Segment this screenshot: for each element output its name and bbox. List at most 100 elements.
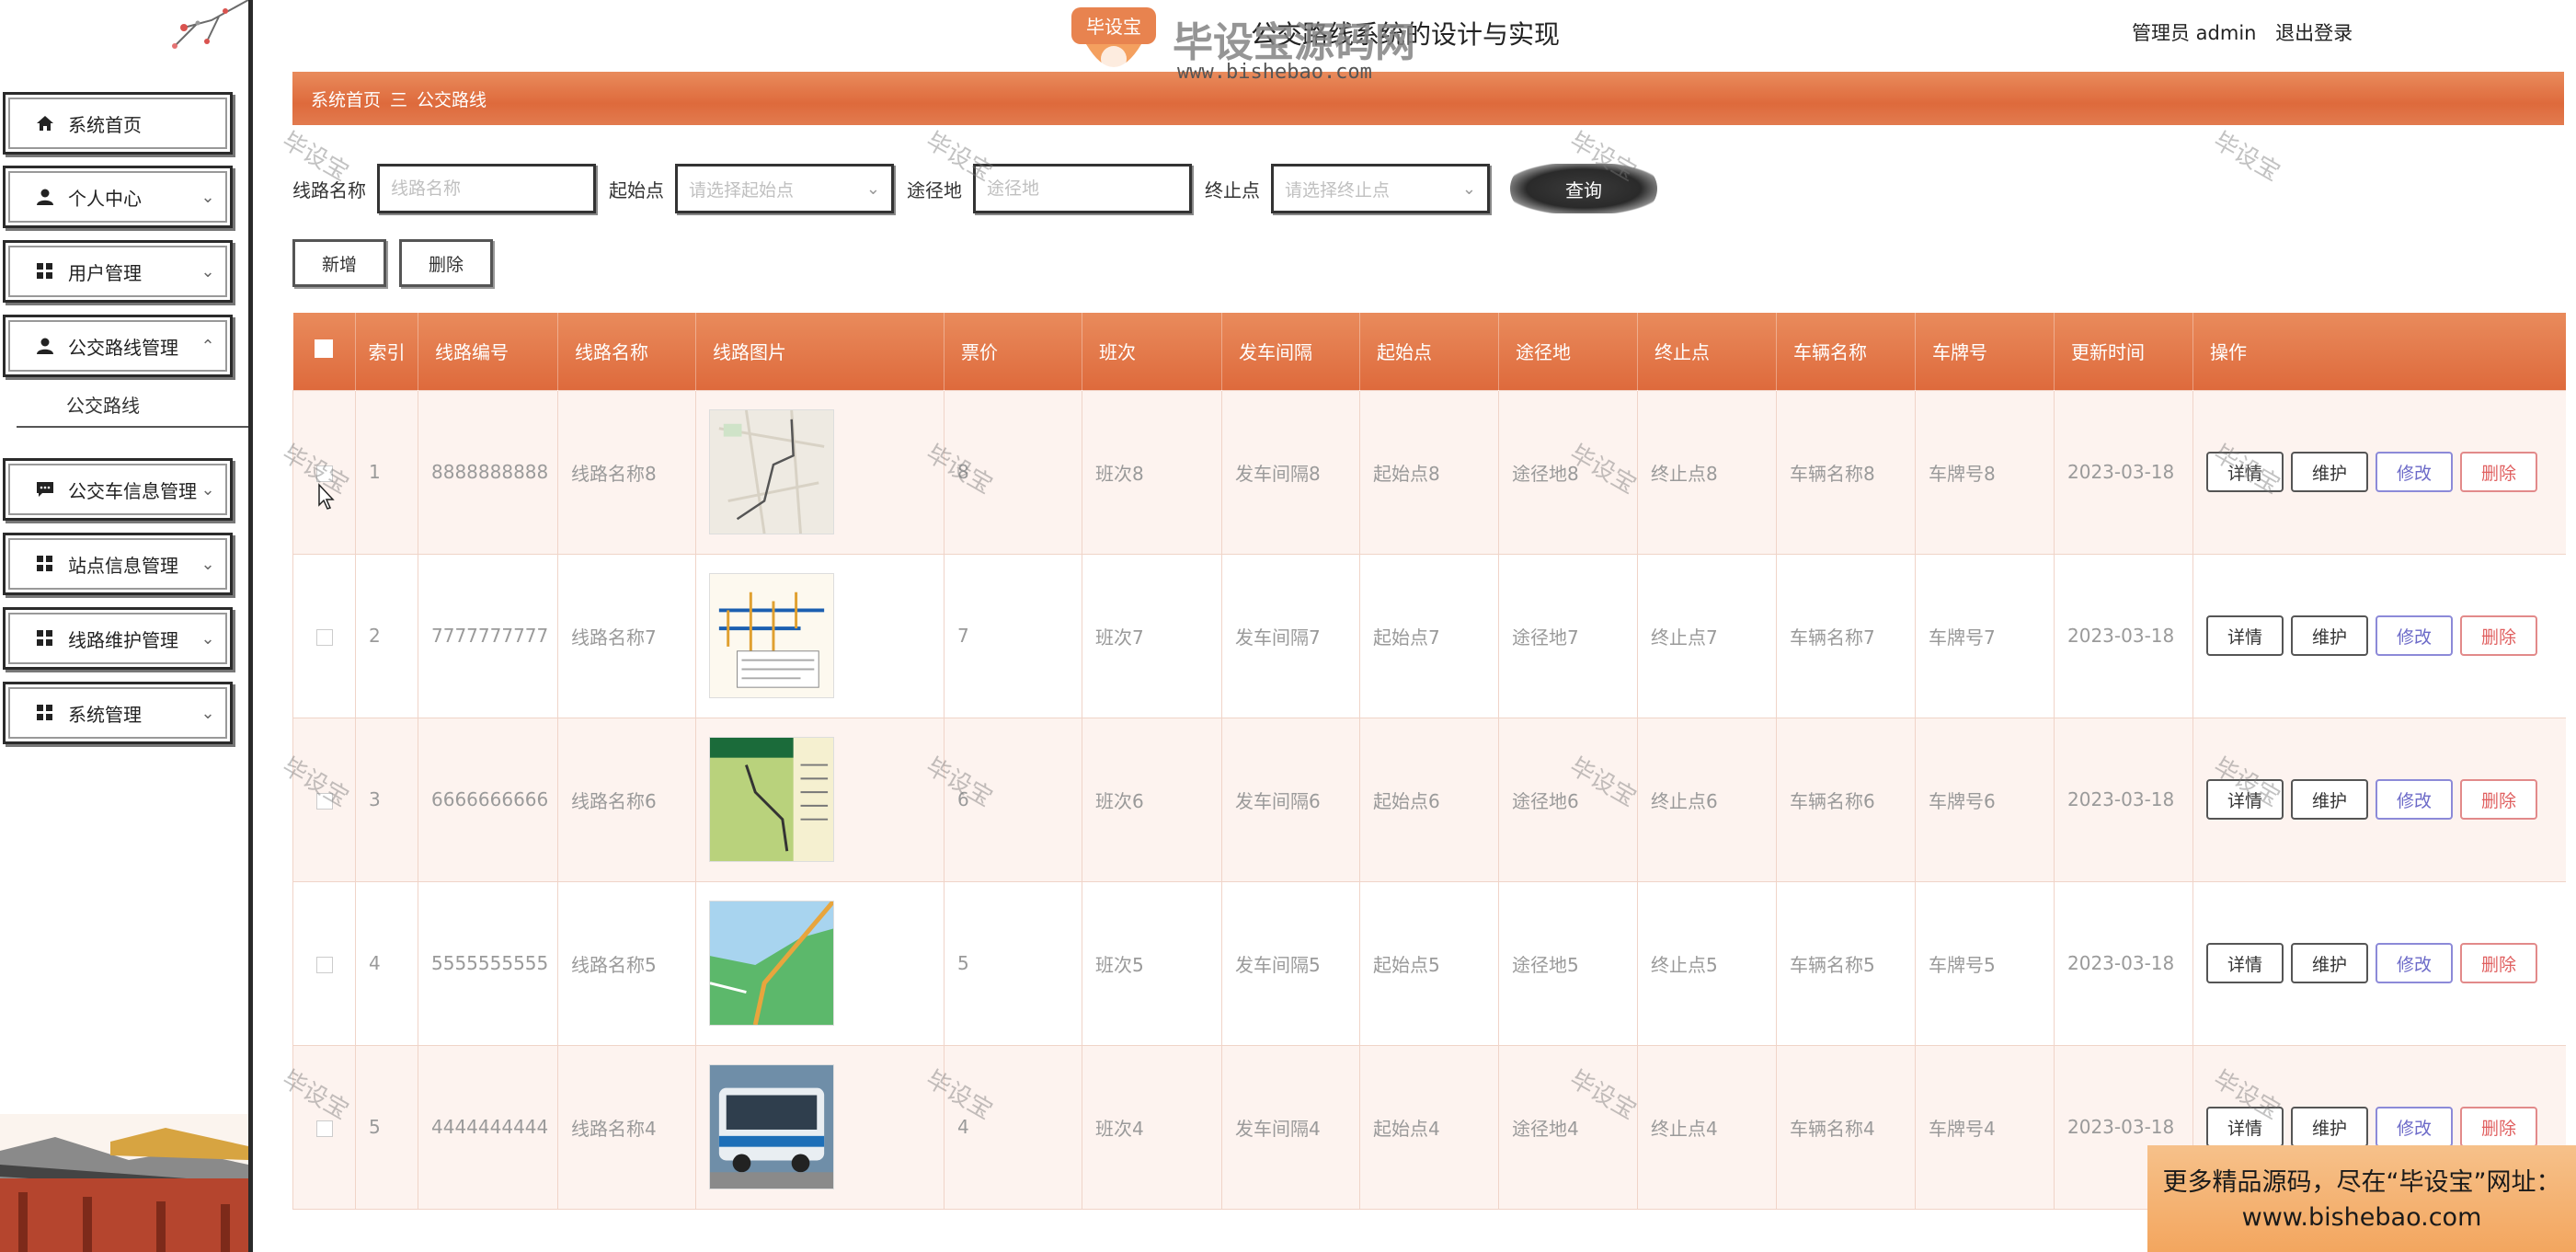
maintain-button[interactable]: 维护 bbox=[2291, 452, 2368, 492]
palace-decoration bbox=[0, 1114, 248, 1252]
via-label: 途径地 bbox=[907, 178, 962, 201]
bulk-delete-button[interactable]: 删除 bbox=[399, 239, 493, 287]
sidebar-item-system[interactable]: 系统管理 ⌄ bbox=[3, 682, 233, 744]
cell-shift: 班次8 bbox=[1082, 389, 1222, 555]
sidebar-item-bus-routes[interactable]: 公交路线管理 ⌃ bbox=[3, 315, 233, 377]
col-header: 发车间隔 bbox=[1221, 313, 1360, 390]
table-row[interactable]: 1 8888888888 线路名称8 8 班次8 发车间隔8 起始点8 途径地8 终止点8 车辆名… bbox=[292, 389, 2566, 555]
edit-button[interactable]: 修改 bbox=[2376, 779, 2453, 820]
delete-button[interactable]: 删除 bbox=[2460, 943, 2537, 983]
query-button[interactable]: 查询 bbox=[1510, 164, 1657, 213]
add-button[interactable]: 新增 bbox=[292, 239, 386, 287]
sidebar-item-label: 用户管理 bbox=[68, 261, 142, 284]
cell-route-code: 8888888888 bbox=[418, 389, 558, 555]
delete-button[interactable]: 删除 bbox=[2460, 615, 2537, 656]
col-header: 线路图片 bbox=[695, 313, 945, 390]
cell-route-image bbox=[695, 389, 945, 555]
cell-price: 5 bbox=[944, 880, 1082, 1046]
maintain-button[interactable]: 维护 bbox=[2291, 779, 2368, 820]
delete-button[interactable]: 删除 bbox=[2460, 1107, 2537, 1147]
cell-price: 8 bbox=[944, 389, 1082, 555]
sidebar-item-users[interactable]: 用户管理 ⌄ bbox=[3, 240, 233, 303]
detail-button[interactable]: 详情 bbox=[2206, 779, 2284, 820]
start-select[interactable]: 请选择起始点 ⌄ bbox=[675, 164, 894, 213]
row-checkbox[interactable] bbox=[292, 553, 356, 718]
cell-vehicle: 车辆名称4 bbox=[1776, 1044, 1916, 1210]
cell-index: 4 bbox=[355, 880, 418, 1046]
edit-button[interactable]: 修改 bbox=[2376, 615, 2453, 656]
sidebar-item-bus-info[interactable]: 公交车信息管理 ⌄ bbox=[3, 458, 233, 521]
table-row[interactable]: 2 7777777777 线路名称7 7 班次7 发车间隔7 起始点7 途径地7 终止点7 车辆名… bbox=[292, 553, 2566, 718]
table-row[interactable]: 3 6666666666 线路名称6 6 班次6 发车间隔6 起始点6 途径地6 终止点6 车辆名… bbox=[292, 717, 2566, 882]
data-table: 索引 线路编号 线路名称 线路图片 票价 班次 发车间隔 起始点 途径地 终止点… bbox=[292, 313, 2566, 1252]
promo-banner[interactable]: 更多精品源码，尽在“毕设宝”网址： www.bishebao.com bbox=[2147, 1145, 2576, 1252]
cell-operations: 详情 维护 修改 删除 bbox=[2192, 553, 2566, 718]
sidebar-item-stations[interactable]: 站点信息管理 ⌄ bbox=[3, 533, 233, 595]
sidebar-item-label: 系统管理 bbox=[68, 703, 142, 726]
row-checkbox[interactable] bbox=[292, 717, 356, 882]
start-select-placeholder: 请选择起始点 bbox=[689, 179, 795, 201]
cell-index: 5 bbox=[355, 1044, 418, 1210]
cell-updated: 2023-03-18 bbox=[2054, 717, 2193, 882]
maintain-button[interactable]: 维护 bbox=[2291, 615, 2368, 656]
maintain-button[interactable]: 维护 bbox=[2291, 1107, 2368, 1147]
table-row[interactable]: 4 5555555555 线路名称5 5 班次5 发车间隔5 起始点5 途径地5 终止点5 车辆名… bbox=[292, 880, 2566, 1046]
logout-link[interactable]: 退出登录 bbox=[2275, 22, 2353, 44]
breadcrumb-home[interactable]: 系统首页 bbox=[311, 86, 381, 111]
col-header: 班次 bbox=[1082, 313, 1222, 390]
app-title: 公交路线系统的设计与实现 bbox=[1251, 19, 1561, 50]
chat-icon bbox=[35, 479, 55, 500]
sidebar-item-label: 站点信息管理 bbox=[68, 554, 178, 577]
cell-plate: 车牌号4 bbox=[1915, 1044, 2055, 1210]
cell-plate: 车牌号5 bbox=[1915, 880, 2055, 1046]
cell-interval: 发车间隔7 bbox=[1221, 553, 1360, 718]
detail-button[interactable]: 详情 bbox=[2206, 943, 2284, 983]
cell-route-image bbox=[695, 1044, 945, 1210]
via-input[interactable] bbox=[973, 164, 1192, 213]
breadcrumb: 系统首页 三 公交路线 bbox=[292, 72, 2564, 125]
sidebar-item-route-maintenance[interactable]: 线路维护管理 ⌄ bbox=[3, 607, 233, 670]
col-header: 车牌号 bbox=[1915, 313, 2055, 390]
maintain-button[interactable]: 维护 bbox=[2291, 943, 2368, 983]
detail-button[interactable]: 详情 bbox=[2206, 452, 2284, 492]
watermark-text: 毕设宝 bbox=[2208, 127, 2285, 188]
chevron-down-icon: ⌄ bbox=[200, 479, 215, 500]
route-name-input[interactable] bbox=[377, 164, 596, 213]
chevron-down-icon: ⌄ bbox=[200, 628, 215, 649]
sidebar-item-profile[interactable]: 个人中心 ⌄ bbox=[3, 166, 233, 228]
sidebar-item-label: 系统首页 bbox=[68, 113, 142, 136]
chevron-down-icon: ⌄ bbox=[200, 261, 215, 281]
row-checkbox[interactable] bbox=[292, 880, 356, 1046]
sidebar-item-home[interactable]: 系统首页 bbox=[3, 92, 233, 155]
cell-via: 途径地6 bbox=[1498, 717, 1638, 882]
cell-route-name: 线路名称7 bbox=[557, 553, 696, 718]
sidebar-subitem-bus-route[interactable]: 公交路线 bbox=[66, 391, 140, 418]
person-icon bbox=[35, 336, 55, 356]
cell-interval: 发车间隔6 bbox=[1221, 717, 1360, 882]
cell-via: 途径地7 bbox=[1498, 553, 1638, 718]
delete-button[interactable]: 删除 bbox=[2460, 452, 2537, 492]
edit-button[interactable]: 修改 bbox=[2376, 452, 2453, 492]
search-bar: 线路名称 起始点 请选择起始点 ⌄ 途径地 终止点 请选择终止点 ⌄ 查询 bbox=[292, 164, 1657, 213]
end-select-placeholder: 请选择终止点 bbox=[1285, 179, 1391, 201]
row-checkbox[interactable] bbox=[292, 389, 356, 555]
col-header: 更新时间 bbox=[2054, 313, 2193, 390]
grid-icon bbox=[35, 261, 55, 281]
cell-route-image bbox=[695, 553, 945, 718]
delete-button[interactable]: 删除 bbox=[2460, 779, 2537, 820]
chevron-down-icon: ⌄ bbox=[200, 703, 215, 723]
detail-button[interactable]: 详情 bbox=[2206, 1107, 2284, 1147]
cell-route-code: 5555555555 bbox=[418, 880, 558, 1046]
row-checkbox[interactable] bbox=[292, 1044, 356, 1210]
plum-blossom-decoration bbox=[172, 0, 248, 49]
route-image bbox=[709, 1064, 834, 1189]
cell-operations: 详情 维护 修改 删除 bbox=[2192, 717, 2566, 882]
end-select[interactable]: 请选择终止点 ⌄ bbox=[1271, 164, 1490, 213]
chevron-down-icon: ⌄ bbox=[200, 187, 215, 207]
detail-button[interactable]: 详情 bbox=[2206, 615, 2284, 656]
chevron-down-icon: ⌄ bbox=[865, 178, 880, 199]
edit-button[interactable]: 修改 bbox=[2376, 943, 2453, 983]
edit-button[interactable]: 修改 bbox=[2376, 1107, 2453, 1147]
select-all-checkbox[interactable] bbox=[292, 313, 356, 390]
end-label: 终止点 bbox=[1205, 178, 1260, 201]
